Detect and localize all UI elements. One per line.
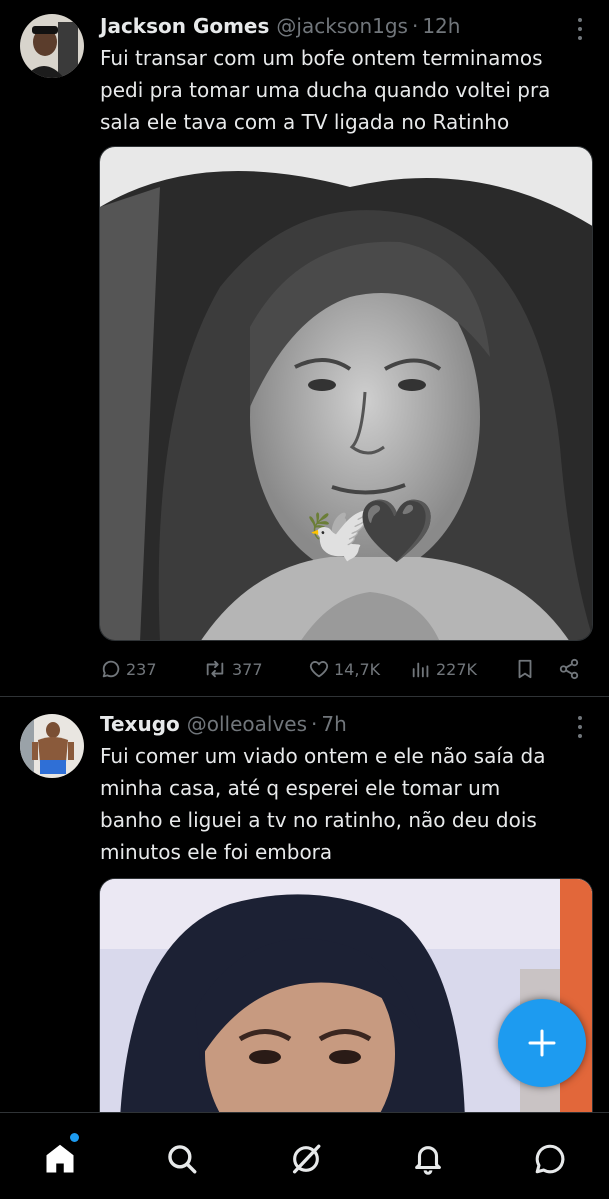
nav-grok[interactable] bbox=[286, 1139, 326, 1179]
tweet-actions: 237 377 14,7K 227K bbox=[100, 654, 590, 684]
repost-icon bbox=[206, 660, 224, 678]
bookmark-button[interactable] bbox=[514, 658, 536, 680]
repost-button[interactable]: 377 bbox=[202, 658, 263, 680]
tweet-text-line: Fui transar com um bofe ontem terminamos bbox=[100, 46, 543, 70]
display-name[interactable]: Jackson Gomes bbox=[100, 14, 269, 38]
plus-icon bbox=[528, 1029, 556, 1057]
views-button[interactable]: 227K bbox=[410, 658, 477, 680]
avatar[interactable] bbox=[20, 714, 84, 778]
tweet-text: Fui comer um viado ontem e ele não saía … bbox=[100, 740, 595, 868]
tweet-text-line: pedi pra tomar uma ducha quando voltei p… bbox=[100, 78, 551, 102]
tweet-text-line: minutos ele foi embora bbox=[100, 840, 333, 864]
tweet-text: Fui transar com um bofe ontem terminamos… bbox=[100, 42, 595, 138]
timestamp[interactable]: 12h bbox=[422, 14, 460, 38]
tweet-text-line: minha casa, até q esperei ele tomar um bbox=[100, 776, 501, 800]
tweet-header: Texugo @olleoalves · 7h bbox=[100, 712, 347, 740]
nav-home[interactable] bbox=[40, 1139, 80, 1179]
search-icon bbox=[168, 1145, 197, 1174]
view-count: 227K bbox=[436, 659, 478, 679]
unread-indicator bbox=[70, 1133, 79, 1142]
more-options-icon[interactable] bbox=[577, 18, 583, 40]
nav-notifications[interactable] bbox=[408, 1139, 448, 1179]
nav-search[interactable] bbox=[162, 1139, 202, 1179]
tweet-image[interactable] bbox=[99, 878, 593, 1118]
heart-icon bbox=[309, 661, 329, 678]
black-heart-emoji: 🖤 bbox=[358, 494, 436, 567]
tweet-image[interactable]: 🕊️ 🖤 bbox=[99, 146, 593, 641]
notifications-icon bbox=[415, 1146, 441, 1175]
separator: · bbox=[311, 712, 318, 736]
views-icon bbox=[412, 662, 429, 678]
like-button[interactable]: 14,7K bbox=[308, 658, 380, 680]
user-handle[interactable]: @jackson1gs bbox=[276, 14, 408, 38]
reply-icon bbox=[102, 660, 120, 678]
user-handle[interactable]: @olleoalves bbox=[187, 712, 307, 736]
tweet-divider bbox=[0, 696, 609, 697]
tweet-text-line: banho e liguei a tv no ratinho, não deu … bbox=[100, 808, 537, 832]
tweet-text-line: sala ele tava com a TV ligada no Ratinho bbox=[100, 110, 510, 134]
more-options-icon[interactable] bbox=[577, 716, 583, 738]
separator: · bbox=[411, 14, 419, 38]
nav-messages[interactable] bbox=[530, 1139, 570, 1179]
home-icon bbox=[46, 1144, 74, 1173]
grok-icon bbox=[292, 1144, 321, 1174]
share-icon bbox=[559, 658, 579, 680]
bottom-navigation bbox=[0, 1112, 609, 1199]
display-name[interactable]: Texugo bbox=[100, 712, 180, 736]
reply-button[interactable]: 237 bbox=[100, 658, 157, 680]
compose-button[interactable] bbox=[498, 999, 586, 1087]
tweet-header: Jackson Gomes @jackson1gs · 12h bbox=[100, 14, 460, 42]
bookmark-icon bbox=[518, 659, 532, 679]
like-count: 14,7K bbox=[334, 659, 381, 679]
avatar[interactable] bbox=[20, 14, 84, 78]
tweet-text-line: Fui comer um viado ontem e ele não saía … bbox=[100, 744, 546, 768]
reply-count: 237 bbox=[126, 659, 157, 679]
timestamp[interactable]: 7h bbox=[321, 712, 346, 736]
share-button[interactable] bbox=[557, 658, 581, 680]
repost-count: 377 bbox=[232, 659, 263, 679]
messages-icon bbox=[535, 1144, 565, 1174]
